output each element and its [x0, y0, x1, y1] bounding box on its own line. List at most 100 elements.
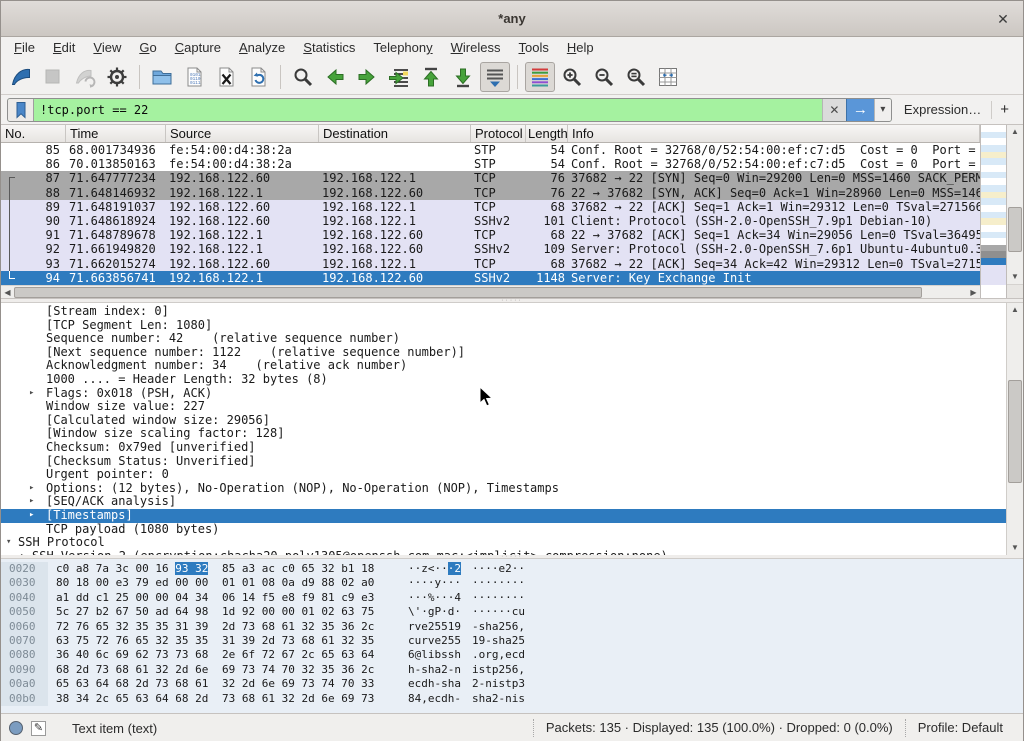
menu-statistics[interactable]: Statistics	[294, 37, 364, 59]
expand-arrow-icon[interactable]: ▸	[29, 387, 34, 401]
scroll-down-icon[interactable]: ▼	[1007, 541, 1023, 555]
details-vscrollbar[interactable]: ▲ ▼	[1006, 303, 1023, 555]
hex-row[interactable]: 0040a1 dd c1 25 00 00 04 3406 14 f5 e8 f…	[1, 591, 1023, 605]
start-capture-icon[interactable]	[6, 62, 36, 92]
add-filter-button[interactable]: +	[1000, 101, 1009, 118]
menu-analyze[interactable]: Analyze	[230, 37, 294, 59]
hex-row[interactable]: 009068 2d 73 68 61 32 2d 6e69 73 74 70 3…	[1, 663, 1023, 677]
save-file-icon[interactable]: 010101100111	[179, 62, 209, 92]
column-header-length[interactable]: Length	[526, 125, 568, 142]
packet-minimap[interactable]	[980, 125, 1006, 298]
detail-line[interactable]: [Window size scaling factor: 128]	[1, 427, 1006, 441]
colorize-packets-icon[interactable]	[525, 62, 555, 92]
menu-file[interactable]: File	[5, 37, 44, 59]
column-header-destination[interactable]: Destination	[319, 125, 471, 142]
auto-scroll-icon[interactable]	[480, 62, 510, 92]
hex-row[interactable]: 006072 76 65 32 35 35 31 392d 73 68 61 3…	[1, 620, 1023, 634]
hex-row[interactable]: 007063 75 72 76 65 32 35 3531 39 2d 73 6…	[1, 634, 1023, 648]
go-last-icon[interactable]	[448, 62, 478, 92]
menu-view[interactable]: View	[84, 37, 130, 59]
packet-row[interactable]: 9171.648789678192.168.122.1192.168.122.6…	[1, 228, 980, 242]
close-file-icon[interactable]	[211, 62, 241, 92]
menu-edit[interactable]: Edit	[44, 37, 84, 59]
packet-row[interactable]: 9271.661949820192.168.122.1192.168.122.6…	[1, 242, 980, 256]
detail-line[interactable]: Acknowledgment number: 34 (relative ack …	[1, 359, 1006, 373]
detail-line[interactable]: [Calculated window size: 29056]	[1, 414, 1006, 428]
detail-line[interactable]: TCP payload (1080 bytes)	[1, 523, 1006, 537]
hscroll-thumb[interactable]	[14, 287, 922, 298]
detail-line[interactable]: ▸Options: (12 bytes), No-Operation (NOP)…	[1, 482, 1006, 496]
detail-line[interactable]: 1000 .... = Header Length: 32 bytes (8)	[1, 373, 1006, 387]
expression-button[interactable]: Expression…	[904, 102, 981, 117]
menu-go[interactable]: Go	[130, 37, 165, 59]
detail-line[interactable]: [Stream index: 0]	[1, 305, 1006, 319]
menu-wireless[interactable]: Wireless	[442, 37, 510, 59]
filter-history-dropdown[interactable]: ▾	[874, 99, 891, 121]
menu-telephony[interactable]: Telephony	[364, 37, 441, 59]
capture-comment-icon[interactable]: ✎	[31, 721, 46, 736]
detail-line[interactable]: Urgent pointer: 0	[1, 468, 1006, 482]
packet-row[interactable]: 9371.662015274192.168.122.60192.168.122.…	[1, 257, 980, 271]
column-header-protocol[interactable]: Protocol	[471, 125, 526, 142]
packet-list-vscrollbar[interactable]: ▲ ▼	[1006, 125, 1023, 298]
zoom-original-icon[interactable]	[621, 62, 651, 92]
packet-row[interactable]: 8568.001734936fe:54:00:d4:38:2aSTP54Conf…	[1, 143, 980, 157]
resize-columns-icon[interactable]	[653, 62, 683, 92]
hex-row[interactable]: 008036 40 6c 69 62 73 73 682e 6f 72 67 2…	[1, 648, 1023, 662]
column-header-source[interactable]: Source	[166, 125, 319, 142]
packet-row[interactable]: 8670.013850163fe:54:00:d4:38:2aSTP54Conf…	[1, 157, 980, 171]
go-to-packet-icon[interactable]	[384, 62, 414, 92]
packet-row[interactable]: 8871.648146932192.168.122.1192.168.122.6…	[1, 186, 980, 200]
scroll-up-icon[interactable]: ▲	[1007, 125, 1023, 139]
hex-row[interactable]: 003080 18 00 e3 79 ed 00 0001 01 08 0a d…	[1, 576, 1023, 590]
filter-apply-button[interactable]: →	[846, 99, 874, 121]
menu-help[interactable]: Help	[558, 37, 603, 59]
column-header-info[interactable]: Info	[568, 125, 980, 142]
filter-bookmark-button[interactable]	[8, 99, 34, 121]
zoom-in-icon[interactable]	[557, 62, 587, 92]
detail-line[interactable]: Checksum: 0x79ed [unverified]	[1, 441, 1006, 455]
expand-arrow-icon[interactable]: ▸	[29, 495, 34, 509]
display-filter-input[interactable]	[34, 99, 822, 121]
go-first-icon[interactable]	[416, 62, 446, 92]
vscroll-thumb[interactable]	[1008, 207, 1022, 252]
find-packet-icon[interactable]	[288, 62, 318, 92]
detail-line[interactable]: [TCP Segment Len: 1080]	[1, 319, 1006, 333]
column-header-no[interactable]: No.	[1, 125, 66, 142]
go-back-icon[interactable]	[320, 62, 350, 92]
close-window-icon[interactable]: ✕	[993, 9, 1013, 29]
packet-row[interactable]: 9471.663856741192.168.122.1192.168.122.6…	[1, 271, 980, 285]
scroll-right-icon[interactable]: ▶	[967, 287, 980, 298]
expand-arrow-icon[interactable]: ▸	[20, 550, 25, 555]
packet-row[interactable]: 9071.648618924192.168.122.60192.168.122.…	[1, 214, 980, 228]
scroll-left-icon[interactable]: ◀	[1, 287, 14, 298]
hex-row[interactable]: 0020c0 a8 7a 3c 00 16 93 3285 a3 ac c0 6…	[1, 562, 1023, 576]
detail-line[interactable]: [Checksum Status: Unverified]	[1, 455, 1006, 469]
detail-line[interactable]: ▸[Timestamps]	[1, 509, 1006, 523]
detail-line[interactable]: ▸SSH Version 2 (encryption:chacha20-poly…	[1, 550, 1006, 555]
go-forward-icon[interactable]	[352, 62, 382, 92]
detail-line[interactable]: [Next sequence number: 1122 (relative se…	[1, 346, 1006, 360]
zoom-out-icon[interactable]	[589, 62, 619, 92]
detail-line[interactable]: Window size value: 227	[1, 400, 1006, 414]
expand-arrow-icon[interactable]: ▸	[29, 509, 34, 523]
filter-clear-button[interactable]: ✕	[822, 99, 846, 121]
detail-line[interactable]: Sequence number: 42 (relative sequence n…	[1, 332, 1006, 346]
expand-arrow-icon[interactable]: ▸	[29, 482, 34, 496]
menu-tools[interactable]: Tools	[510, 37, 558, 59]
status-profile[interactable]: Profile: Default	[905, 719, 1015, 737]
expert-info-icon[interactable]	[9, 721, 23, 735]
column-header-time[interactable]: Time	[66, 125, 166, 142]
detail-line[interactable]: ▸[SEQ/ACK analysis]	[1, 495, 1006, 509]
detail-line[interactable]: ▾SSH Protocol	[1, 536, 1006, 550]
packet-row[interactable]: 8771.647777234192.168.122.60192.168.122.…	[1, 171, 980, 185]
scroll-down-icon[interactable]: ▼	[1007, 270, 1023, 284]
packet-row[interactable]: 8971.648191037192.168.122.60192.168.122.…	[1, 200, 980, 214]
open-file-icon[interactable]	[147, 62, 177, 92]
expand-arrow-icon[interactable]: ▾	[6, 536, 11, 550]
hex-row[interactable]: 00505c 27 b2 67 50 ad 64 981d 92 00 00 0…	[1, 605, 1023, 619]
vscroll-thumb[interactable]	[1008, 380, 1022, 483]
menu-capture[interactable]: Capture	[166, 37, 230, 59]
hex-row[interactable]: 00a065 63 64 68 2d 73 68 6132 2d 6e 69 7…	[1, 677, 1023, 691]
detail-line[interactable]: ▸Flags: 0x018 (PSH, ACK)	[1, 387, 1006, 401]
